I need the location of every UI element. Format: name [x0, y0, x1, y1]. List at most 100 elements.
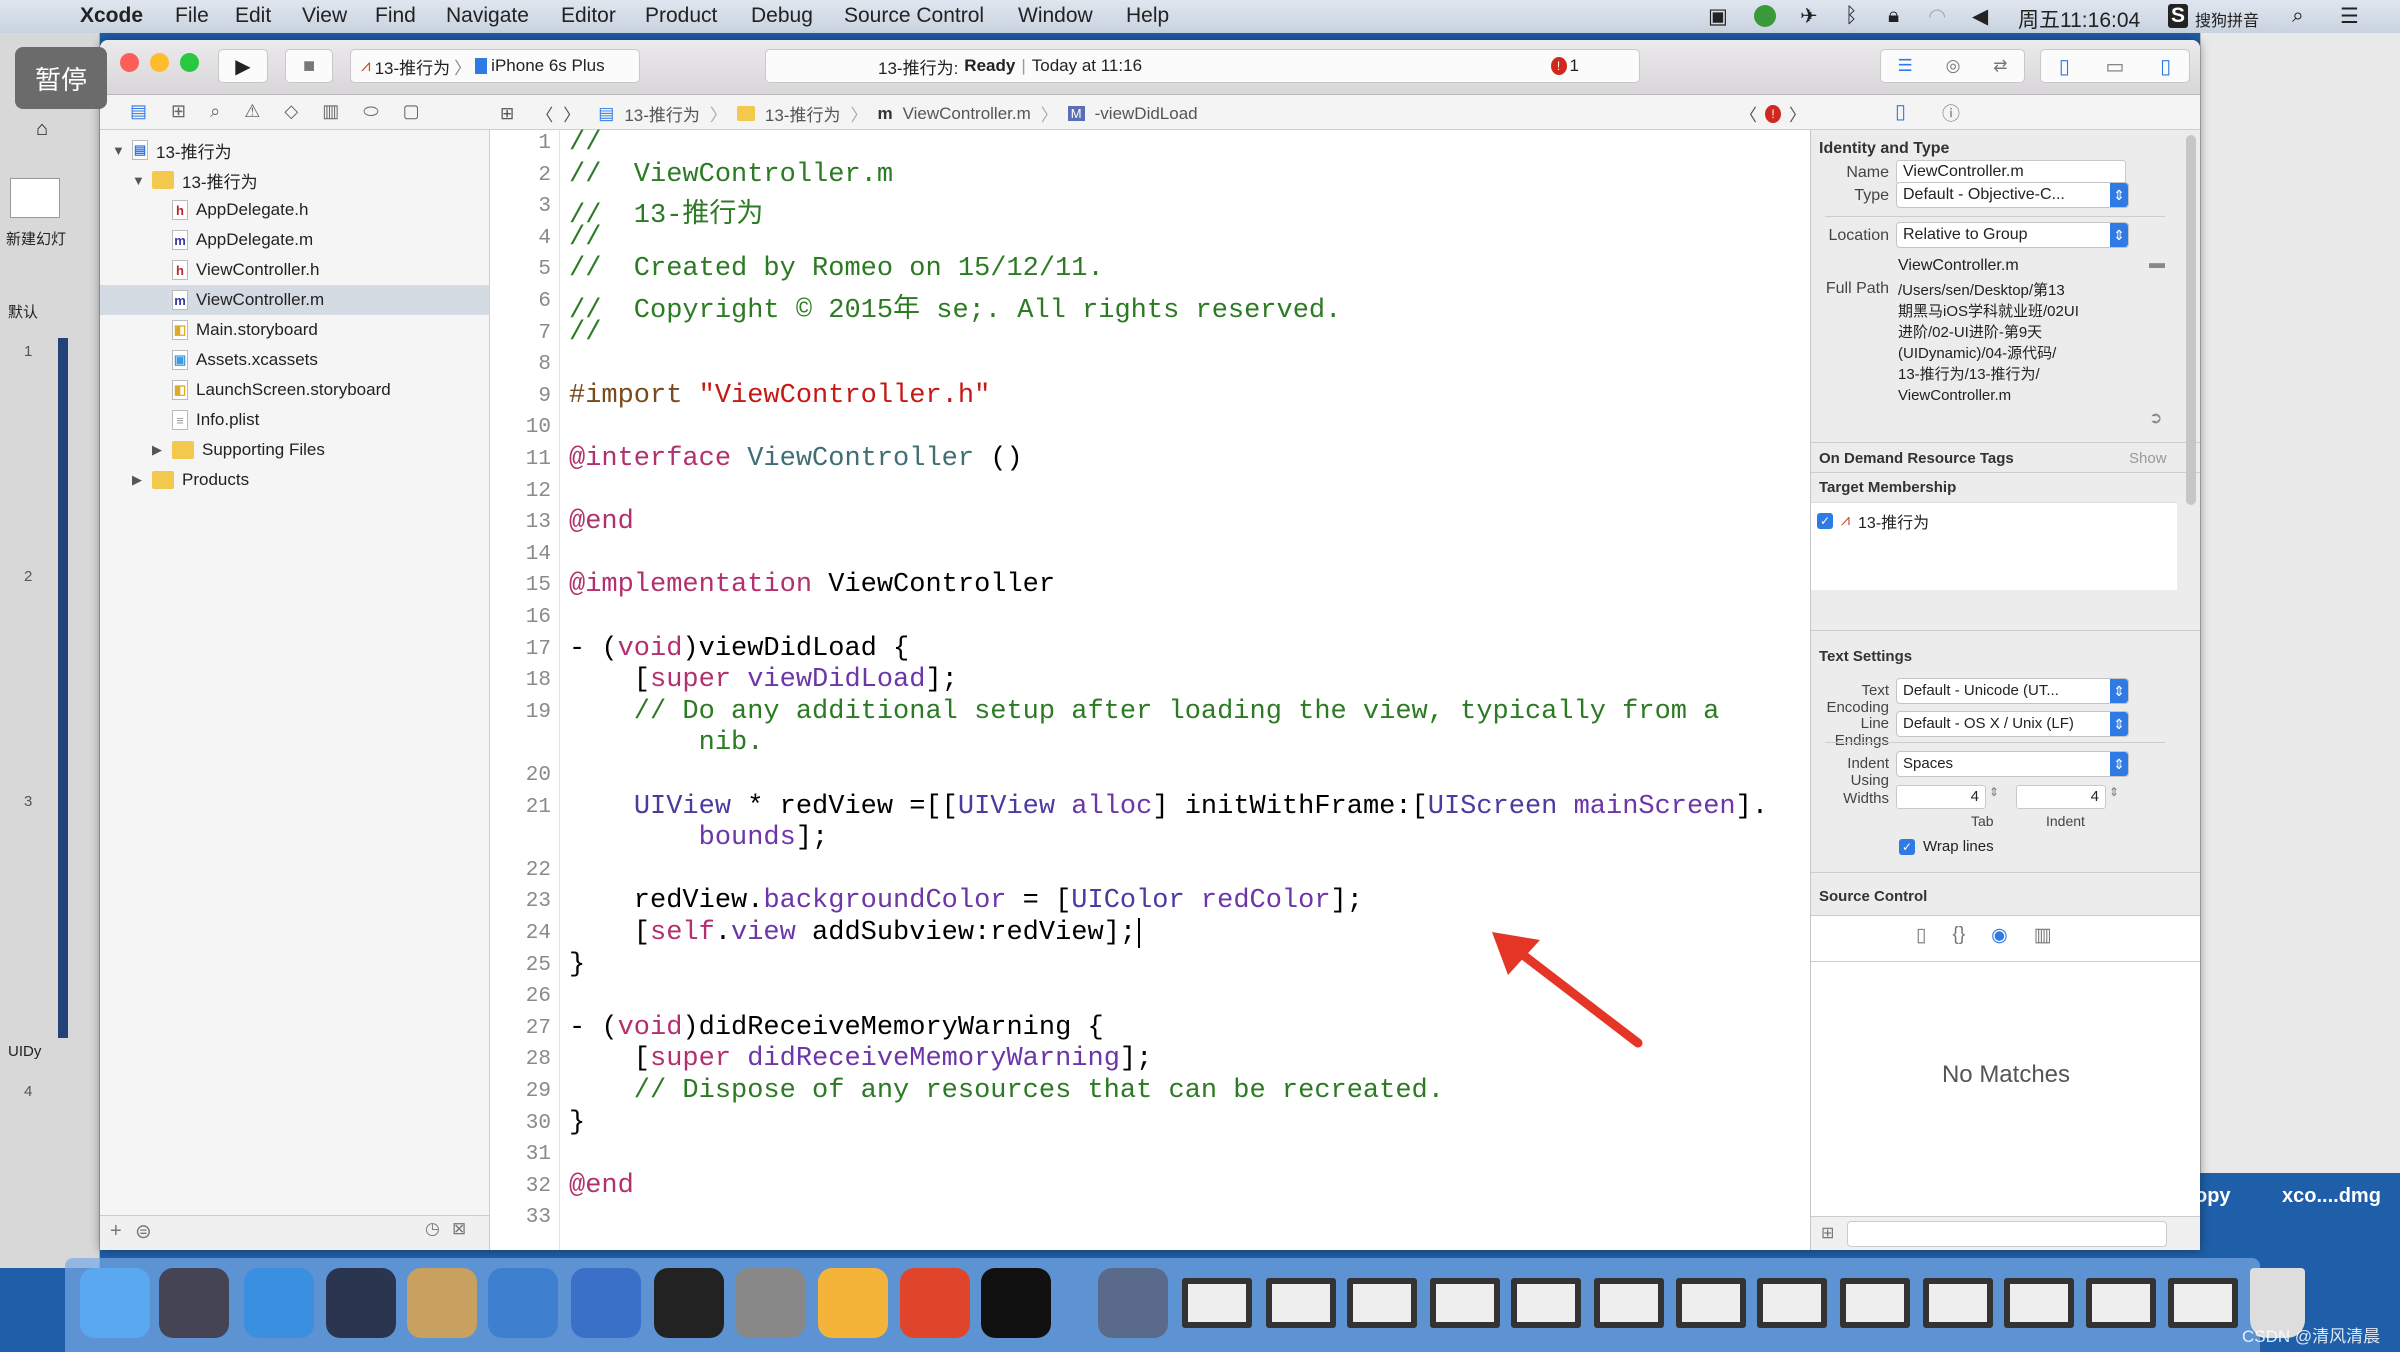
code-line[interactable]: [super didReceiveMemoryWarning];: [569, 1044, 1153, 1074]
debug-area-toggle-icon[interactable]: ▭: [2106, 54, 2125, 79]
menu-app[interactable]: Xcode: [80, 4, 143, 28]
menu-view[interactable]: View: [302, 4, 347, 28]
tab-width-field[interactable]: 4: [1896, 785, 1986, 809]
menu-navigate[interactable]: Navigate: [446, 4, 529, 28]
desktop-file-label[interactable]: xco....dmg: [2282, 1185, 2381, 1208]
code-line[interactable]: - (void)didReceiveMemoryWarning {: [569, 1013, 1104, 1043]
code-line-wrap[interactable]: nib.: [569, 728, 764, 758]
home-icon[interactable]: ⌂: [36, 118, 48, 141]
powerpoint-icon[interactable]: [900, 1268, 971, 1338]
navigator-item[interactable]: ▶ Products: [100, 465, 489, 495]
error-icon[interactable]: !: [1765, 104, 1781, 123]
navigator-item[interactable]: h ViewController.h: [100, 255, 489, 285]
target-checkbox[interactable]: ✓: [1817, 513, 1833, 529]
mouse-icon[interactable]: [326, 1268, 397, 1338]
notification-list-icon[interactable]: ☰: [2340, 4, 2359, 29]
navigator-toggle-icon[interactable]: ▯: [2059, 54, 2070, 79]
media-library-icon[interactable]: ▥: [2034, 924, 2052, 947]
disclosure-open-icon[interactable]: ▼: [112, 143, 132, 158]
spotlight-icon[interactable]: ⌕: [2292, 4, 2304, 28]
standard-editor-icon[interactable]: ☰: [1897, 56, 1912, 76]
library-filter-input[interactable]: [1847, 1221, 2167, 1247]
minimized-window-icon[interactable]: [1676, 1278, 1747, 1328]
code-line[interactable]: //: [569, 318, 601, 348]
disclosure-closed-icon[interactable]: ▶: [132, 472, 152, 488]
navigator-item[interactable]: m ViewController.m: [100, 285, 489, 315]
code-line[interactable]: // ViewController.m: [569, 160, 893, 190]
console-icon[interactable]: [981, 1268, 1052, 1338]
project-navigator-icon[interactable]: ▤: [130, 101, 147, 122]
status-app-icon[interactable]: [1754, 5, 1776, 27]
source-editor[interactable]: 1 2 3 4 5 6 7 8 9 10 11 12 13 14 15 16 17 18 19 20 21 22 23 24 2…: [490, 128, 1910, 1250]
version-editor-icon[interactable]: ⇄: [1993, 56, 2007, 76]
navigator-item[interactable]: ▼ 13-推行为: [100, 165, 489, 195]
disclosure-open-icon[interactable]: ▼: [132, 173, 152, 188]
quicktime-icon[interactable]: [1097, 1268, 1168, 1338]
menu-help[interactable]: Help: [1126, 4, 1169, 28]
menu-debug[interactable]: Debug: [751, 4, 813, 28]
minimized-window-icon[interactable]: [1757, 1278, 1828, 1328]
menu-editor[interactable]: Editor: [561, 4, 616, 28]
object-library-icon[interactable]: ◉: [1991, 924, 2008, 947]
code-line[interactable]: //: [569, 223, 601, 253]
sketch-icon[interactable]: [817, 1268, 888, 1338]
new-slide-icon[interactable]: [10, 178, 60, 218]
screen-record-icon[interactable]: ▣: [1708, 4, 1728, 29]
code-line[interactable]: }: [569, 1108, 585, 1138]
code-line[interactable]: // Copyright © 2015年 se;. All rights res…: [569, 286, 1341, 326]
code-line[interactable]: // Do any additional setup after loading…: [569, 697, 1720, 727]
navigator-item[interactable]: ▶ Supporting Files: [100, 435, 489, 465]
minimized-window-icon[interactable]: [2086, 1278, 2157, 1328]
code-line-wrap[interactable]: bounds];: [569, 823, 829, 853]
navigator-item[interactable]: m AppDelegate.m: [100, 225, 489, 255]
forward-icon[interactable]: 〉: [563, 101, 580, 126]
menu-source-control[interactable]: Source Control: [844, 4, 984, 28]
reveal-in-finder-icon[interactable]: ➲: [2149, 408, 2162, 428]
sogou-icon[interactable]: S: [2168, 4, 2189, 28]
minimized-window-icon[interactable]: [1181, 1278, 1252, 1328]
next-issue-icon[interactable]: 〉: [1789, 101, 1806, 126]
minimized-window-icon[interactable]: [1510, 1278, 1581, 1328]
code-area[interactable]: //// ViewController.m// 13-推行为//// Creat…: [490, 128, 1910, 1250]
tab-width-stepper[interactable]: ⇕: [1989, 785, 1999, 799]
utilities-toggle-icon[interactable]: ▯: [2160, 54, 2171, 79]
test-navigator-icon[interactable]: ◇: [284, 101, 298, 122]
code-line[interactable]: [super viewDidLoad];: [569, 665, 958, 695]
scheme-selector[interactable]: ⩘ 13-推行为 〉 iPhone 6s Plus: [350, 49, 640, 83]
issue-navigator-icon[interactable]: ⚠: [244, 101, 260, 122]
code-line[interactable]: //: [569, 128, 601, 158]
run-button[interactable]: ▶: [218, 49, 268, 83]
inspector-scrollbar[interactable]: [2186, 135, 2196, 505]
finder-icon[interactable]: [79, 1268, 150, 1338]
volume-icon[interactable]: ◀: [1972, 4, 1988, 29]
pause-badge[interactable]: 暂停: [15, 47, 107, 109]
code-line[interactable]: @interface ViewController (): [569, 444, 1023, 474]
minimized-window-icon[interactable]: [1347, 1278, 1418, 1328]
code-line[interactable]: // Created by Romeo on 15/12/11.: [569, 254, 1104, 284]
xcode-icon[interactable]: [488, 1268, 559, 1338]
reveal-folder-icon[interactable]: ▬: [2149, 255, 2165, 273]
minimized-window-icon[interactable]: [2003, 1278, 2074, 1328]
grid-view-icon[interactable]: ⊞: [1821, 1223, 1834, 1243]
previous-issue-icon[interactable]: 〈: [1740, 101, 1757, 126]
minimized-window-icon[interactable]: [1922, 1278, 1993, 1328]
minimized-window-icon[interactable]: [1429, 1278, 1500, 1328]
indent-width-field[interactable]: 4: [2016, 785, 2106, 809]
safari-icon[interactable]: [243, 1268, 314, 1338]
report-navigator-icon[interactable]: ▢: [403, 101, 420, 122]
help-inspector-icon[interactable]: ⓘ: [1942, 100, 1960, 126]
code-line[interactable]: #import "ViewController.h": [569, 381, 990, 411]
menu-product[interactable]: Product: [645, 4, 717, 28]
new-slide-label[interactable]: 新建幻灯: [6, 228, 66, 249]
target-row[interactable]: ✓ ⩘ 13-推行为: [1817, 509, 1929, 533]
minimized-window-icon[interactable]: [1839, 1278, 1910, 1328]
recent-files-icon[interactable]: ◷: [425, 1219, 440, 1239]
instruments-icon[interactable]: [571, 1268, 642, 1338]
disclosure-closed-icon[interactable]: ▶: [152, 442, 172, 458]
encoding-popup[interactable]: Default - Unicode (UT...: [1896, 678, 2129, 704]
menu-file[interactable]: File: [175, 4, 209, 28]
wifi-icon[interactable]: ◠: [1928, 4, 1946, 29]
navigator-item[interactable]: ▼ ▤ 13-推行为: [100, 135, 489, 165]
terminal-icon[interactable]: [653, 1268, 724, 1338]
wrap-lines-checkbox[interactable]: ✓: [1899, 838, 1915, 855]
